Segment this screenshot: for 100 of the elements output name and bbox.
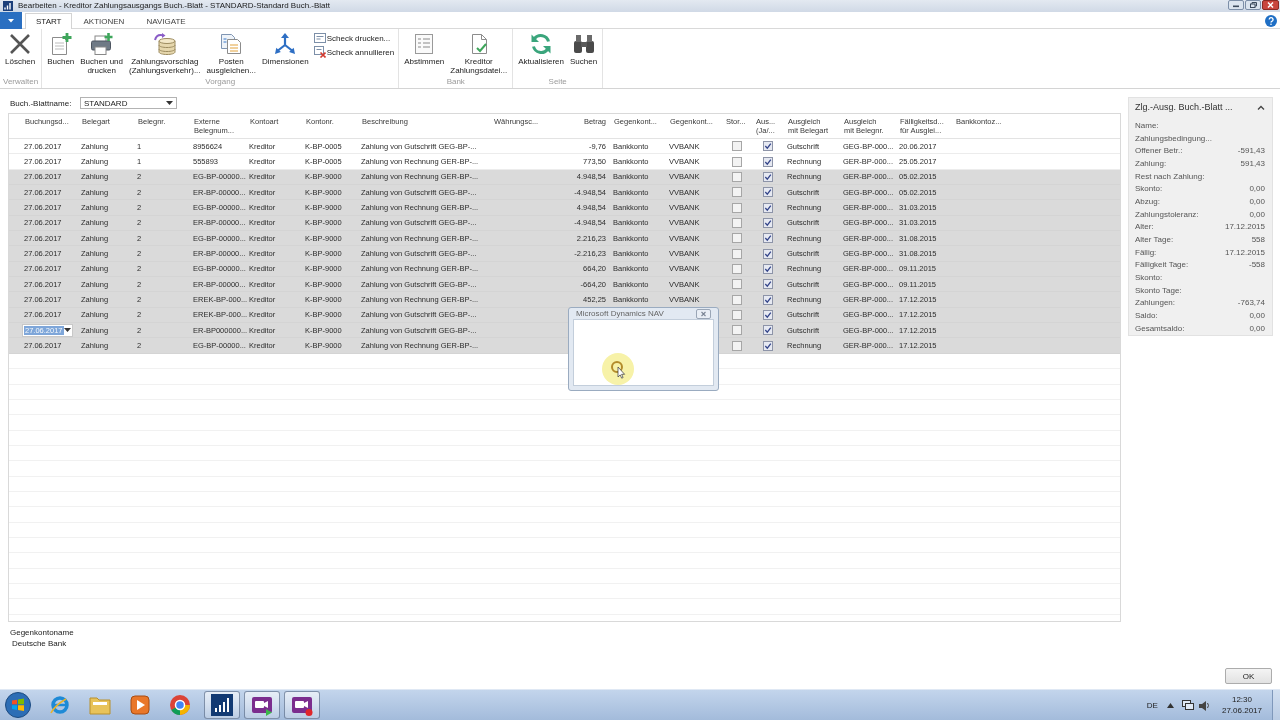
- taskbar-button[interactable]: [284, 691, 320, 719]
- ribbon-button[interactable]: Scheck annullieren: [312, 46, 396, 58]
- checkbox[interactable]: [732, 171, 742, 182]
- checkbox[interactable]: [732, 309, 742, 320]
- checkbox[interactable]: [732, 141, 742, 152]
- bar-chart-icon: [211, 694, 233, 716]
- field-value: 0,00: [1249, 184, 1265, 194]
- checkbox[interactable]: [732, 294, 742, 305]
- dialog-title: Microsoft Dynamics NAV: [576, 309, 664, 318]
- field-label: Saldo:: [1135, 311, 1158, 321]
- checkbox[interactable]: [732, 217, 742, 228]
- clock-date: 27.06.2017: [1221, 705, 1262, 716]
- field-label: Buch.-Blattname:: [10, 98, 73, 108]
- ribbon-button[interactable]: Aktualisieren: [516, 32, 567, 67]
- field-value: 0,00: [1249, 323, 1265, 333]
- field-value: -763,74: [1237, 298, 1265, 308]
- speaker-icon[interactable]: [1197, 699, 1210, 711]
- checkbox[interactable]: [732, 279, 742, 290]
- group-label: Vorgang: [204, 77, 237, 88]
- ribbon-tab[interactable]: START: [25, 13, 73, 29]
- checkbox[interactable]: [763, 233, 773, 244]
- chevron-up-icon[interactable]: [1257, 104, 1265, 110]
- taskbar-button[interactable]: [244, 691, 280, 719]
- language-indicator[interactable]: DE: [1146, 700, 1158, 710]
- ribbon-button[interactable]: Posten ausgleichen...: [204, 32, 258, 76]
- x-mark-icon: [9, 33, 32, 55]
- group-label: Seite: [547, 77, 568, 88]
- binoculars-icon: [572, 33, 595, 55]
- field-label: Rest nach Zahlung:: [1135, 171, 1205, 181]
- checkbox[interactable]: [732, 325, 742, 336]
- field-label: Alter Tage:: [1135, 235, 1174, 245]
- minimize-icon[interactable]: [1228, 0, 1244, 10]
- checkbox[interactable]: [763, 294, 773, 305]
- start-orb-icon[interactable]: [5, 692, 31, 718]
- checkbox[interactable]: [732, 248, 742, 259]
- checkbox[interactable]: [763, 263, 773, 274]
- checkbox[interactable]: [732, 263, 742, 274]
- dropdown-caret-icon[interactable]: [166, 101, 173, 105]
- restore-icon[interactable]: [1245, 0, 1261, 10]
- checkbox[interactable]: [763, 248, 773, 259]
- factbox-title: Zlg.-Ausg. Buch.-Blatt ...: [1135, 102, 1233, 112]
- field-label: Skonto:: [1135, 273, 1163, 283]
- checkbox[interactable]: [763, 340, 773, 351]
- app-logo-icon: [3, 1, 13, 11]
- field-label: Alter:: [1135, 222, 1154, 232]
- dropdown-caret-icon[interactable]: [63, 328, 71, 333]
- tray-expand-icon[interactable]: [1166, 702, 1174, 708]
- document-plus-icon: [49, 33, 72, 55]
- field-value: 0,00: [1249, 311, 1265, 321]
- field-value: -591,43: [1237, 146, 1265, 156]
- checkbox[interactable]: [732, 156, 742, 167]
- field-label: Skonto Tage:: [1135, 285, 1182, 295]
- dropdown-field[interactable]: STANDARD: [80, 97, 177, 109]
- field-label: Name:: [1135, 120, 1159, 130]
- checkbox[interactable]: [763, 217, 773, 228]
- group-label: Verwalten: [3, 77, 39, 88]
- checkbox[interactable]: [763, 309, 773, 320]
- checkbox[interactable]: [763, 141, 773, 152]
- group-label: Bank: [445, 77, 466, 88]
- field-value: 17.12.2015: [1224, 222, 1265, 232]
- network-icon[interactable]: [1181, 699, 1194, 711]
- ribbon-button[interactable]: Scheck drucken...: [312, 32, 396, 44]
- checkbox[interactable]: [732, 202, 742, 213]
- checkbox[interactable]: [763, 171, 773, 182]
- field-value: 17.12.2015: [1224, 247, 1265, 257]
- field-value: 591,43: [1240, 158, 1265, 168]
- video-camera-icon: [251, 694, 273, 716]
- field-value: 0,00: [1249, 196, 1265, 206]
- field-value: 0,00: [1249, 209, 1265, 219]
- close-icon[interactable]: [1262, 0, 1279, 10]
- clock-time: 12:30: [1231, 694, 1252, 705]
- ribbon-button[interactable]: Dimensionen: [259, 32, 311, 67]
- form-icon: [313, 32, 326, 44]
- menu-caret-icon[interactable]: [0, 12, 22, 29]
- ribbon-button[interactable]: Buchen und drucken: [78, 32, 125, 76]
- checkbox[interactable]: [763, 325, 773, 336]
- ribbon-tab[interactable]: AKTIONEN: [72, 13, 136, 29]
- checkbox[interactable]: [732, 233, 742, 244]
- field-label: Abzug:: [1135, 196, 1160, 206]
- ribbon-button[interactable]: Löschen: [3, 32, 38, 67]
- checkbox[interactable]: [763, 202, 773, 213]
- checkbox[interactable]: [763, 279, 773, 290]
- taskbar-button[interactable]: [204, 691, 240, 719]
- ribbon-button[interactable]: Abstimmen: [402, 32, 447, 67]
- coin-stack-icon: [153, 33, 176, 55]
- ribbon-button[interactable]: Suchen: [568, 32, 600, 67]
- field-label: Gegenkontoname: [10, 627, 74, 638]
- help-icon[interactable]: [1265, 14, 1277, 27]
- field-label: Fällig:: [1135, 247, 1157, 257]
- ribbon-tab[interactable]: NAVIGATE: [135, 13, 197, 29]
- checkbox[interactable]: [763, 187, 773, 198]
- checkbox[interactable]: [732, 340, 742, 351]
- checkbox[interactable]: [763, 156, 773, 167]
- video-camera-icon: [291, 694, 313, 716]
- three-arrows-icon: [274, 33, 297, 55]
- ribbon-button[interactable]: Kreditor Zahlungsdatei...: [448, 32, 510, 76]
- ribbon-button[interactable]: Zahlungsvorschlag (Zahlungsverkehr)...: [127, 32, 203, 76]
- ok-button[interactable]: OK: [1225, 668, 1272, 684]
- ribbon-button[interactable]: Buchen: [45, 32, 77, 67]
- checkbox[interactable]: [732, 187, 742, 198]
